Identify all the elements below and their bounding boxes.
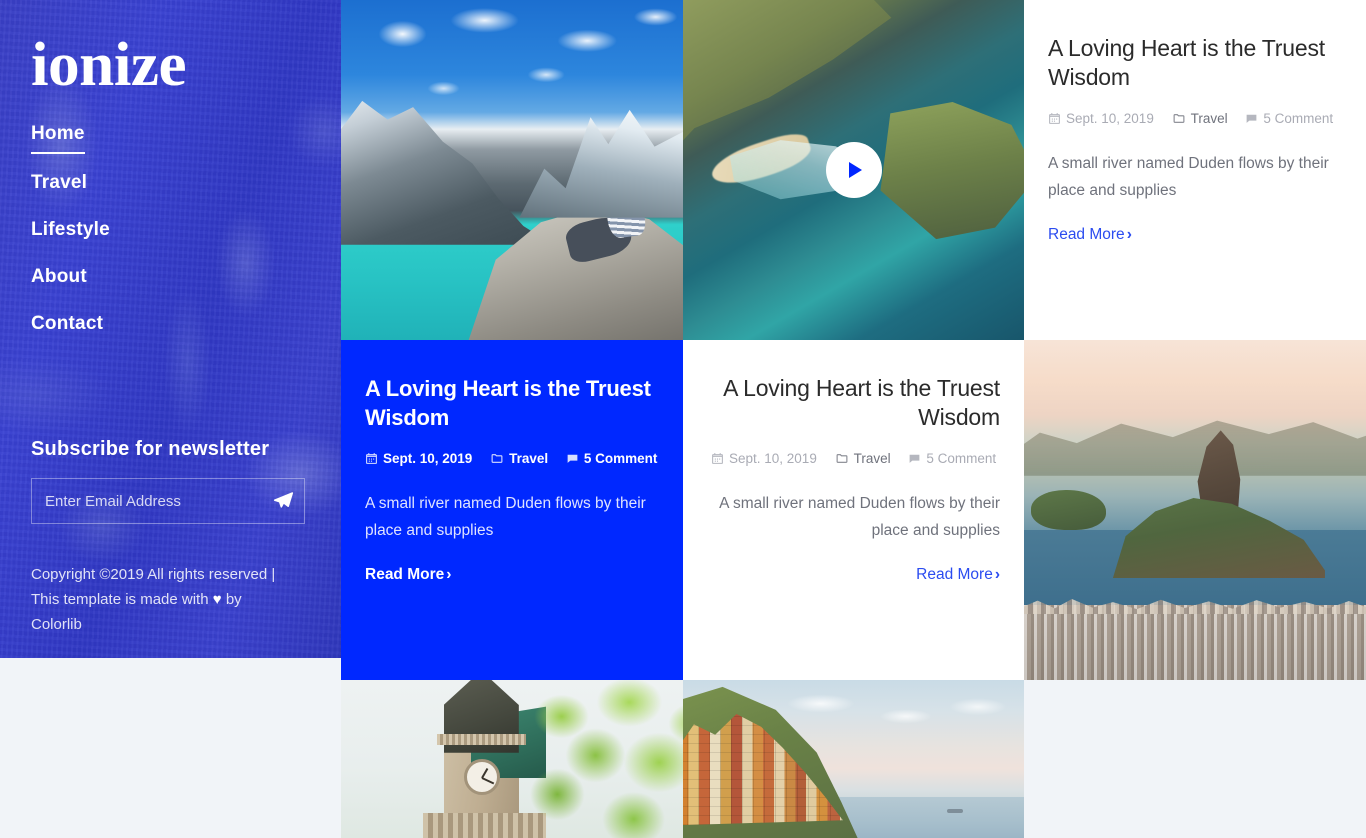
post-title[interactable]: A Loving Heart is the Truest Wisdom — [711, 374, 1000, 432]
post-category-text: Travel — [509, 451, 549, 466]
post-comments: 5 Comment — [1245, 111, 1333, 126]
read-more-label: Read More — [365, 566, 445, 583]
post-meta: Sept. 10, 2019 Travel 5 Comment — [1048, 105, 1338, 134]
copyright-line-2-before: This template is made with — [31, 591, 213, 609]
email-input[interactable] — [32, 479, 304, 524]
sidebar-item-about[interactable]: About — [31, 266, 87, 288]
cityscape-shape — [1024, 605, 1366, 680]
read-more-label: Read More — [916, 566, 993, 583]
folder-icon — [835, 447, 849, 474]
newsletter-heading: Subscribe for newsletter — [31, 438, 270, 461]
clocktower-image — [341, 680, 683, 838]
comment-icon — [1245, 107, 1258, 134]
read-more-label: Read More — [1048, 226, 1125, 243]
post-comments-text: 5 Comment — [1263, 111, 1334, 126]
post-category-text: Travel — [1190, 111, 1228, 126]
post-date: Sept. 10, 2019 — [365, 451, 476, 466]
post-card-1[interactable]: A Loving Heart is the Truest Wisdom Sept… — [1024, 0, 1366, 340]
video-play-button[interactable] — [825, 142, 882, 198]
play-icon — [849, 162, 862, 178]
calendar-icon — [711, 447, 724, 474]
cliff-village-image — [683, 680, 1024, 838]
sidebar-item-travel[interactable]: Travel — [31, 172, 87, 194]
headland-shape — [880, 102, 1024, 240]
mountain-lake-image — [341, 0, 683, 340]
hiker-figure — [562, 165, 656, 286]
post-title[interactable]: A Loving Heart is the Truest Wisdom — [365, 374, 655, 432]
post-category-text: Travel — [853, 451, 891, 466]
folder-icon — [490, 447, 504, 474]
post-category[interactable]: Travel — [1172, 111, 1232, 126]
clock-face — [464, 759, 501, 795]
post-date-text: Sept. 10, 2019 — [1066, 111, 1154, 126]
calendar-icon — [365, 447, 378, 474]
post-excerpt: A small river named Duden flows by their… — [365, 495, 646, 539]
empty-tile — [1024, 680, 1366, 838]
mountain-lake-photo[interactable] — [341, 0, 683, 340]
boat-shape — [946, 808, 963, 813]
read-more-link[interactable]: Read More › — [916, 566, 1000, 584]
post-excerpt: A small river named Duden flows by their… — [1048, 155, 1329, 199]
post-excerpt: A small river named Duden flows by their… — [719, 495, 1000, 539]
post-card-3[interactable]: A Loving Heart is the Truest Wisdom Sept… — [683, 340, 1024, 680]
sidebar-item-home[interactable]: Home — [31, 123, 85, 154]
post-card-1-body: A Loving Heart is the Truest Wisdom Sept… — [1024, 0, 1366, 340]
content-grid: A Loving Heart is the Truest Wisdom Sept… — [341, 0, 1366, 838]
post-date-text: Sept. 10, 2019 — [729, 451, 817, 466]
copyright-brand[interactable]: Colorlib — [31, 616, 82, 633]
post-category[interactable]: Travel — [835, 451, 895, 466]
read-more-link[interactable]: Read More › — [1048, 226, 1132, 244]
comment-icon — [566, 447, 579, 474]
copyright-line-1: Copyright ©2019 All rights reserved | — [31, 566, 276, 584]
post-title[interactable]: A Loving Heart is the Truest Wisdom — [1048, 34, 1338, 92]
cliff-village-photo[interactable] — [683, 680, 1024, 838]
post-date: Sept. 10, 2019 — [711, 451, 821, 466]
post-meta: Sept. 10, 2019 Travel 5 Comment — [365, 445, 658, 474]
chevron-right-icon: › — [446, 566, 452, 583]
post-card-3-body: A Loving Heart is the Truest Wisdom Sept… — [683, 340, 1024, 680]
comment-icon — [908, 447, 921, 474]
folder-icon — [1172, 107, 1186, 134]
post-comments: 5 Comment — [566, 451, 658, 466]
sidebar: ionize Home Travel Lifestyle About Conta… — [0, 0, 341, 658]
tree-foliage-shape — [498, 680, 683, 838]
newsletter-submit-button[interactable] — [272, 490, 294, 512]
post-card-2[interactable]: A Loving Heart is the Truest Wisdom Sept… — [341, 340, 683, 680]
sidebar-item-lifestyle[interactable]: Lifestyle — [31, 219, 110, 241]
copyright-line-2-after: by — [221, 591, 242, 609]
post-meta: Sept. 10, 2019 Travel 5 Comment — [711, 445, 1000, 474]
chevron-right-icon: › — [1126, 226, 1132, 243]
post-card-2-body: A Loving Heart is the Truest Wisdom Sept… — [341, 340, 683, 680]
rio-image — [1024, 340, 1366, 680]
site-logo[interactable]: ionize — [31, 34, 317, 96]
sidebar-item-contact[interactable]: Contact — [31, 313, 103, 335]
post-comments: 5 Comment — [908, 451, 996, 466]
page-root: ionize Home Travel Lifestyle About Conta… — [0, 0, 1366, 838]
newsletter-form — [31, 478, 305, 525]
paper-plane-icon — [272, 492, 294, 515]
main-navigation: Home Travel Lifestyle About Contact — [31, 123, 311, 335]
copyright-text: Copyright ©2019 All rights reserved | Th… — [31, 562, 291, 637]
rio-photo[interactable] — [1024, 340, 1366, 680]
aerial-beach-video[interactable] — [683, 0, 1024, 340]
clocktower-photo[interactable] — [341, 680, 683, 838]
post-comments-text: 5 Comment — [583, 451, 658, 466]
islet-shape — [1030, 489, 1107, 531]
chevron-right-icon: › — [994, 566, 1000, 583]
heart-icon: ♥ — [212, 591, 222, 609]
sand-shape — [707, 127, 816, 192]
post-date-text: Sept. 10, 2019 — [383, 451, 473, 466]
post-comments-text: 5 Comment — [926, 451, 997, 466]
post-date: Sept. 10, 2019 — [1048, 111, 1158, 126]
calendar-icon — [1048, 107, 1061, 134]
post-category[interactable]: Travel — [490, 451, 552, 466]
read-more-link[interactable]: Read More › — [365, 566, 451, 584]
